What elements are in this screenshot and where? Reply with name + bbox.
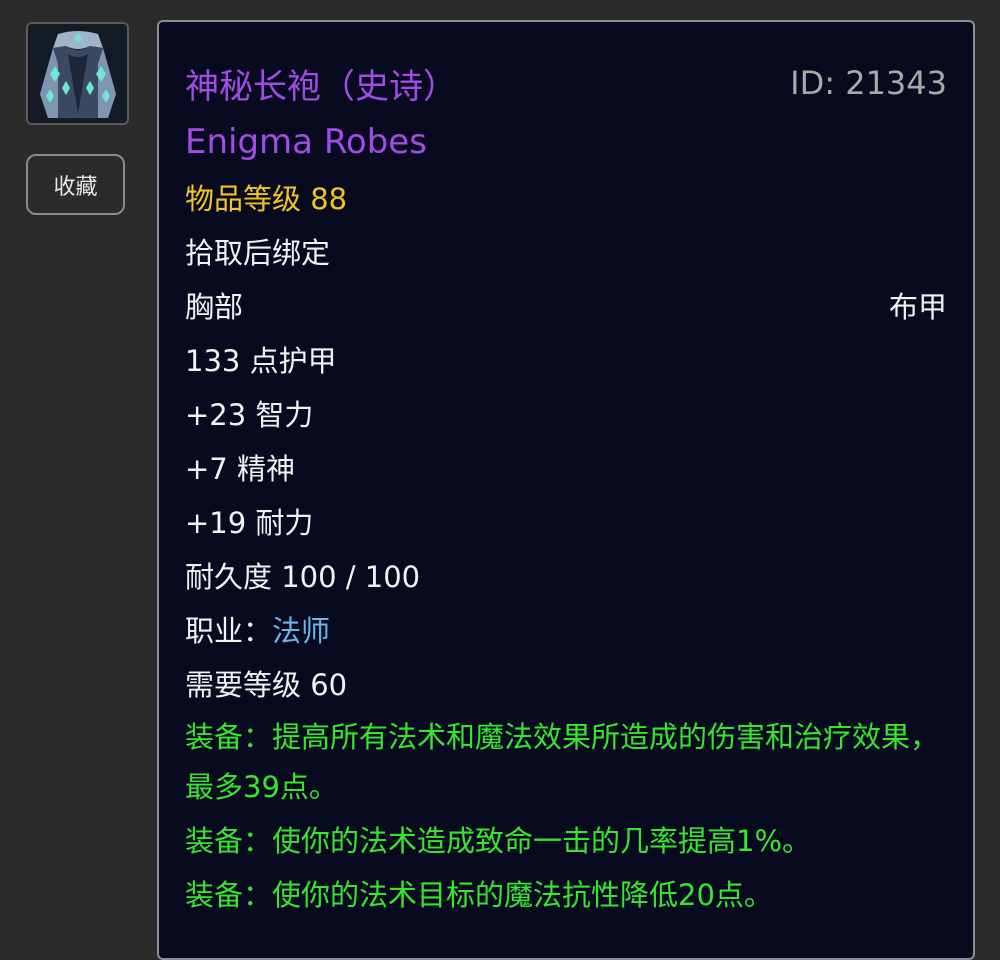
item-level: 物品等级 88: [185, 182, 348, 216]
stat-spirit: +7 精神: [185, 452, 295, 486]
armor-type: 布甲: [888, 290, 947, 324]
durability: 耐久度 100 / 100: [185, 560, 421, 594]
tooltip-header: 神秘长袍（史诗） ID: 21343: [185, 52, 947, 114]
slot-label: 胸部: [185, 290, 244, 324]
item-tooltip: 神秘长袍（史诗） ID: 21343 Enigma Robes 物品等级 88 …: [157, 20, 975, 960]
stat-stamina: +19 耐力: [185, 506, 314, 540]
robe-icon[interactable]: [26, 22, 129, 125]
favorite-button[interactable]: 收藏: [26, 154, 125, 215]
class-row: 职业： 法师: [185, 602, 947, 656]
stat-intellect: +23 智力: [185, 398, 314, 432]
item-name-en: Enigma Robes: [185, 122, 427, 162]
slot-row: 胸部 布甲: [185, 278, 947, 332]
required-level: 需要等级 60: [185, 668, 348, 702]
equip-effect: 装备：提高所有法术和魔法效果所造成的伤害和治疗效果，最多39点。: [185, 720, 940, 804]
equip-effect: 装备：使你的法术造成致命一击的几率提高1%。: [185, 824, 812, 858]
armor-value: 133 点护甲: [185, 344, 337, 378]
class-label: 职业：: [185, 614, 273, 648]
binding-text: 拾取后绑定: [185, 236, 331, 270]
item-id: ID: 21343: [790, 64, 947, 102]
class-link[interactable]: 法师: [272, 608, 330, 650]
equip-effect: 装备：使你的法术目标的魔法抗性降低20点。: [185, 878, 773, 912]
item-name-cn: 神秘长袍（史诗）: [185, 66, 457, 107]
left-column: 收藏: [26, 22, 129, 215]
